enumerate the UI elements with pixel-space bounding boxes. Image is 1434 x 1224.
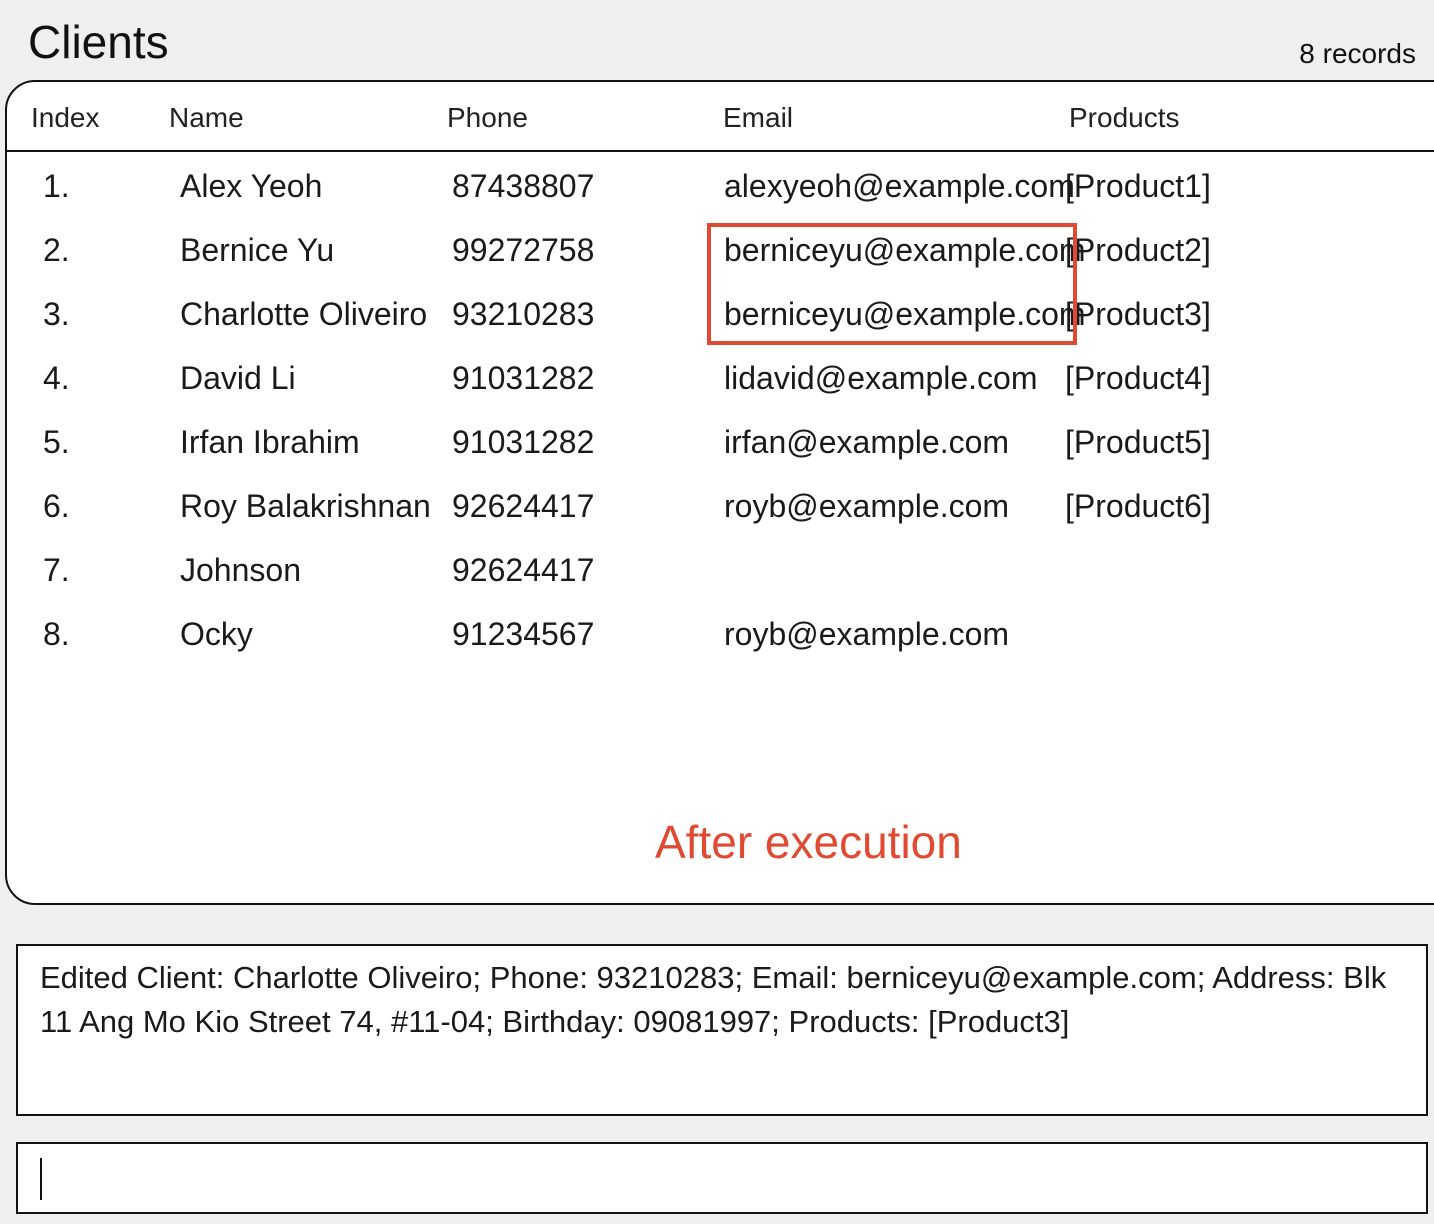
cell-name: Roy Balakrishnan [180, 488, 431, 524]
cell-phone: 91234567 [452, 616, 595, 652]
cell-name: Bernice Yu [180, 232, 335, 268]
cell-index: 8. [43, 616, 70, 652]
cell-phone: 93210283 [452, 296, 595, 332]
cell-name: David Li [180, 360, 296, 396]
cell-index: 5. [43, 424, 70, 460]
table-row[interactable]: 7. Johnson 92624417 [7, 538, 1434, 602]
cell-name: Johnson [180, 552, 301, 588]
cell-products: [Product1] [1065, 168, 1211, 204]
table-row[interactable]: 1. Alex Yeoh 87438807 alexyeoh@example.c… [7, 154, 1434, 218]
cell-email: alexyeoh@example.com [724, 168, 1075, 204]
column-header-products[interactable]: Products [1069, 100, 1180, 136]
cell-index: 6. [43, 488, 70, 524]
cell-phone: 92624417 [452, 552, 595, 588]
cell-products: [Product2] [1065, 232, 1211, 268]
cell-index: 7. [43, 552, 70, 588]
record-count: 8 records [1299, 38, 1416, 69]
cell-index: 1. [43, 168, 70, 204]
highlight-box [707, 223, 1077, 345]
text-caret [40, 1158, 42, 1200]
cell-products: [Product4] [1065, 360, 1211, 396]
cell-phone: 99272758 [452, 232, 595, 268]
command-input[interactable] [16, 1142, 1428, 1214]
table-row[interactable]: 6. Roy Balakrishnan 92624417 royb@exampl… [7, 474, 1434, 538]
cell-index: 3. [43, 296, 70, 332]
table-row[interactable]: 4. David Li 91031282 lidavid@example.com… [7, 346, 1434, 410]
cell-name: Ocky [180, 616, 253, 652]
cell-index: 4. [43, 360, 70, 396]
cell-index: 2. [43, 232, 70, 268]
column-header-name[interactable]: Name [169, 100, 244, 136]
cell-phone: 87438807 [452, 168, 595, 204]
cell-products: [Product5] [1065, 424, 1211, 460]
cell-email: royb@example.com [724, 616, 1010, 652]
cell-products: [Product6] [1065, 488, 1211, 524]
cell-name: Irfan Ibrahim [180, 424, 360, 460]
cell-email: irfan@example.com [724, 424, 1010, 460]
cell-email: royb@example.com [724, 488, 1010, 524]
table-header: Index Name Phone Email Products [7, 82, 1434, 152]
page-title: Clients [28, 16, 169, 68]
annotation-label: After execution [655, 816, 962, 868]
cell-phone: 91031282 [452, 360, 595, 396]
column-header-phone[interactable]: Phone [447, 100, 528, 136]
cell-name: Charlotte Oliveiro [180, 296, 428, 332]
table-row[interactable]: 8. Ocky 91234567 royb@example.com [7, 602, 1434, 666]
column-header-email[interactable]: Email [723, 100, 793, 136]
cell-phone: 92624417 [452, 488, 595, 524]
cell-products: [Product3] [1065, 296, 1211, 332]
cell-name: Alex Yeoh [180, 168, 323, 204]
client-table: Index Name Phone Email Products 1. Alex … [5, 80, 1434, 905]
cell-email: lidavid@example.com [724, 360, 1038, 396]
column-header-index[interactable]: Index [31, 100, 100, 136]
cell-phone: 91031282 [452, 424, 595, 460]
result-display: Edited Client: Charlotte Oliveiro; Phone… [16, 944, 1428, 1116]
table-row[interactable]: 5. Irfan Ibrahim 91031282 irfan@example.… [7, 410, 1434, 474]
